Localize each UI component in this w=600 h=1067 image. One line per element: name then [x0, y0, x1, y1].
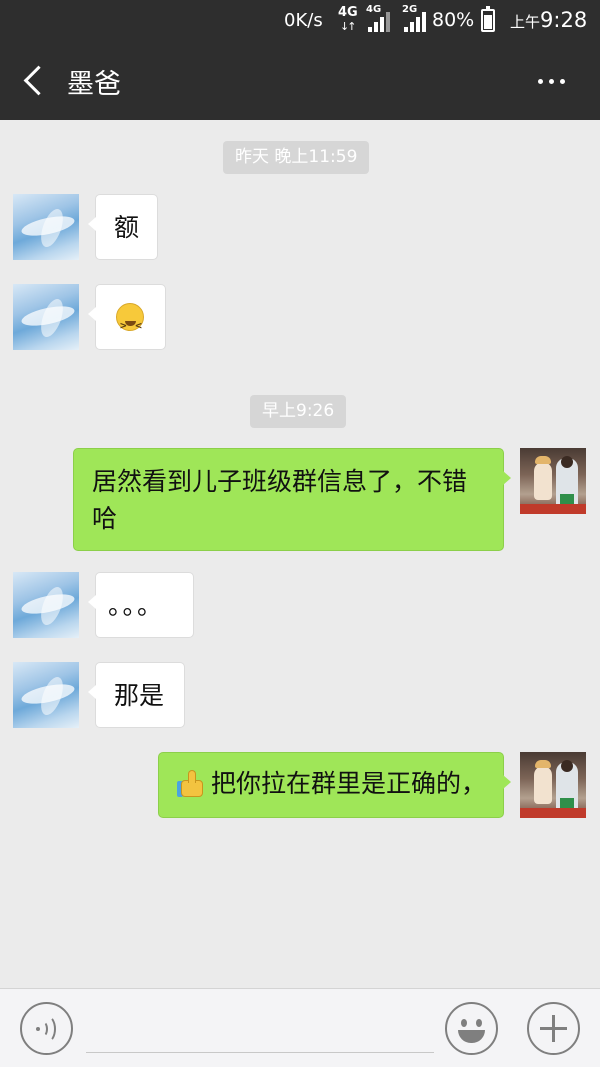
- message-list[interactable]: 昨天 晚上11:59 额 早上9:26 居然看到儿子班级群信息了，不错哈 。。。…: [0, 120, 600, 988]
- outgoing-message[interactable]: 居然看到儿子班级群信息了，不错哈: [73, 448, 511, 551]
- message-timestamp: 昨天 晚上11:59: [223, 141, 370, 174]
- contact-avatar[interactable]: [13, 572, 79, 638]
- network-speed: 0K/s: [284, 10, 323, 31]
- message-input[interactable]: [86, 1011, 434, 1053]
- clock-time: 9:28: [540, 8, 588, 32]
- chat-title: 墨爸: [67, 69, 121, 100]
- outgoing-message[interactable]: 把你拉在群里是正确的，: [158, 752, 511, 818]
- data-activity-icon: ↓↑: [340, 20, 357, 33]
- status-bar: 0K/s 4G ↓↑ 4G 2G 80% 上午9:28: [0, 0, 600, 42]
- chat-header: 墨爸: [0, 42, 600, 120]
- squinting-face-emoji-icon: [116, 303, 144, 344]
- signal-sim1-icon: [368, 10, 392, 32]
- network-type-label: 4G: [338, 5, 358, 20]
- message-text: 把你拉在群里是正确的，: [211, 769, 487, 798]
- message-text: 额: [114, 213, 140, 242]
- clock-period: 上午: [510, 13, 541, 31]
- chevron-left-icon[interactable]: [22, 64, 46, 98]
- incoming-message[interactable]: 那是: [88, 662, 185, 728]
- clock: 上午9:28: [510, 8, 587, 32]
- contact-avatar[interactable]: [13, 194, 79, 260]
- incoming-message[interactable]: [88, 284, 166, 350]
- contact-avatar[interactable]: [13, 284, 79, 350]
- user-avatar[interactable]: [520, 752, 586, 818]
- voice-icon[interactable]: [20, 1002, 73, 1055]
- contact-avatar[interactable]: [13, 662, 79, 728]
- battery-icon: [481, 6, 495, 32]
- battery-percent: 80%: [432, 9, 475, 31]
- user-avatar[interactable]: [520, 448, 586, 514]
- smiley-icon[interactable]: [445, 1002, 498, 1055]
- incoming-message[interactable]: 。。。: [88, 572, 194, 638]
- input-bar: [0, 988, 600, 1067]
- message-text: 那是: [114, 681, 165, 710]
- message-text: 居然看到儿子班级群信息了，不错哈: [92, 467, 468, 533]
- more-dots-icon[interactable]: [532, 67, 572, 95]
- signal-sim2-icon: [404, 10, 428, 32]
- incoming-message[interactable]: 额: [88, 194, 158, 260]
- message-timestamp: 早上9:26: [250, 395, 347, 428]
- plus-icon[interactable]: [527, 1002, 580, 1055]
- thumbs-up-emoji-icon: [177, 770, 203, 798]
- message-text: 。。。: [108, 591, 165, 620]
